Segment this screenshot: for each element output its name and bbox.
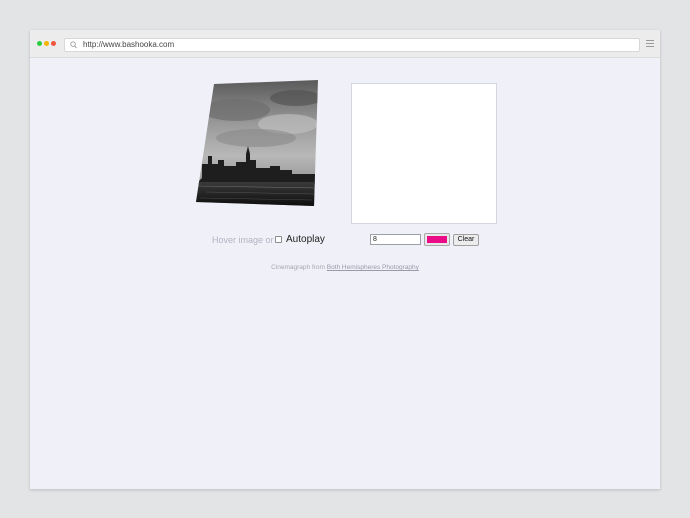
window-minimize-dot[interactable] — [44, 41, 49, 46]
autoplay-label[interactable]: Autoplay — [286, 234, 325, 245]
hamburger-menu-icon[interactable] — [646, 40, 654, 48]
clear-button[interactable]: Clear — [453, 234, 479, 246]
brush-color-fill — [427, 236, 447, 243]
address-url[interactable]: http://www.bashooka.com — [83, 39, 174, 51]
browser-window: http://www.bashooka.com Hover image or A… — [30, 30, 660, 489]
credit-prefix: Cinemagraph from — [271, 264, 327, 271]
search-icon — [70, 41, 77, 49]
credit-line: Cinemagraph from Both Hemispheres Photog… — [30, 264, 660, 271]
window-maximize-dot[interactable] — [37, 41, 42, 46]
hover-hint: Hover image or — [212, 235, 274, 245]
browser-toolbar: http://www.bashooka.com — [30, 30, 660, 58]
credit-link[interactable]: Both Hemispheres Photography — [327, 264, 419, 271]
brush-size-input[interactable]: 8 — [370, 234, 421, 245]
brush-color-picker[interactable] — [424, 233, 450, 246]
cinemagraph-image[interactable] — [196, 80, 322, 206]
drawing-canvas[interactable] — [351, 83, 497, 224]
address-bar[interactable]: http://www.bashooka.com — [64, 38, 640, 52]
window-close-dot[interactable] — [51, 41, 56, 46]
autoplay-checkbox[interactable] — [275, 236, 282, 243]
